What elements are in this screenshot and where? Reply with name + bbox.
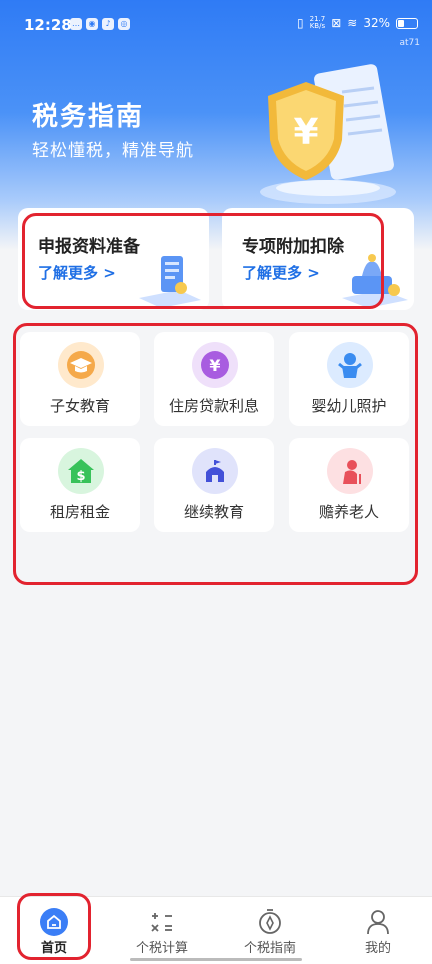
category-elderly-support[interactable]: 赡养老人 (289, 438, 409, 532)
svg-text:¥: ¥ (293, 112, 318, 153)
sim-icon: ⊠ (331, 16, 342, 30)
card-title: 申报资料准备 (38, 237, 140, 257)
chat-notification-icon: … (70, 18, 82, 30)
card-special-deductions[interactable]: 专项附加扣除 了解更多 > (222, 208, 414, 310)
yuan-coin-icon: ¥ (192, 342, 238, 388)
tab-home[interactable]: 首页 (0, 897, 108, 964)
card-filing-materials[interactable]: 申报资料准备 了解更多 > (18, 208, 209, 310)
category-label: 租房租金 (49, 503, 110, 521)
category-label: 继续教育 (183, 503, 244, 521)
tab-mine[interactable]: 我的 (324, 897, 432, 964)
tax-shield-illustration: ¥ (260, 64, 396, 204)
page-subtitle: 轻松懂税，精准导航 (32, 141, 194, 161)
wifi-icon: ≋ (347, 16, 358, 30)
svg-text:$: $ (76, 469, 85, 484)
calculator-icon (151, 913, 172, 932)
document-illustration (139, 256, 201, 308)
status-tag: at71 (399, 38, 421, 48)
bottom-tab-bar: 首页 个税计算 个税指南 我的 (0, 896, 432, 964)
tab-tax-guide[interactable]: 个税指南 (216, 897, 324, 964)
svg-text:¥: ¥ (209, 356, 220, 375)
learn-more-link[interactable]: 了解更多 > (242, 262, 320, 283)
home-indicator[interactable] (130, 958, 302, 961)
category-infant-care[interactable]: 婴幼儿照护 (289, 332, 409, 426)
weibo-notification-icon: ◉ (86, 18, 98, 30)
user-icon (367, 910, 389, 935)
money-bag-illustration (342, 254, 408, 308)
category-housing-loan-interest[interactable]: ¥ 住房贷款利息 (154, 332, 274, 426)
notification-icons: … ◉ ♪ ◎ (70, 18, 130, 30)
battery-icon (396, 17, 418, 29)
status-right: ▯ 21.7 KB/s ⊠ ≋ 32% (297, 16, 418, 30)
learn-more-link[interactable]: 了解更多 > (38, 262, 116, 283)
tab-label: 我的 (364, 941, 391, 956)
category-rent[interactable]: $ 租房租金 (20, 438, 140, 532)
graduation-cap-icon (58, 342, 104, 388)
status-bar: 12:28 … ◉ ♪ ◎ ▯ 21.7 KB/s ⊠ ≋ 32% at71 (0, 0, 432, 52)
category-children-education[interactable]: 子女教育 (20, 332, 140, 426)
compass-icon (259, 909, 281, 934)
card-title: 专项附加扣除 (242, 237, 344, 257)
baby-icon (327, 342, 373, 388)
tab-label: 首页 (40, 941, 67, 956)
tab-label: 个税指南 (243, 941, 296, 956)
vibrate-icon: ▯ (297, 16, 304, 30)
school-icon (192, 448, 238, 494)
category-continuing-education[interactable]: 继续教育 (154, 438, 274, 532)
category-label: 住房贷款利息 (168, 397, 259, 415)
tiktok-notification-icon: ♪ (102, 18, 114, 30)
net-speed: 21.7 KB/s (310, 16, 326, 30)
house-dollar-icon: $ (58, 448, 104, 494)
elder-icon (327, 448, 373, 494)
page-title: 税务指南 (32, 102, 145, 132)
category-label: 子女教育 (49, 397, 110, 415)
battery-percent: 32% (363, 16, 390, 30)
category-label: 赡养老人 (318, 503, 379, 521)
category-label: 婴幼儿照护 (311, 397, 387, 415)
tab-tax-calculator[interactable]: 个税计算 (108, 897, 216, 964)
app-notification-icon: ◎ (118, 18, 130, 30)
status-time: 12:28 (24, 16, 72, 34)
net-speed-unit: KB/s (309, 22, 326, 30)
home-icon (40, 908, 68, 936)
tab-label: 个税计算 (135, 941, 188, 956)
